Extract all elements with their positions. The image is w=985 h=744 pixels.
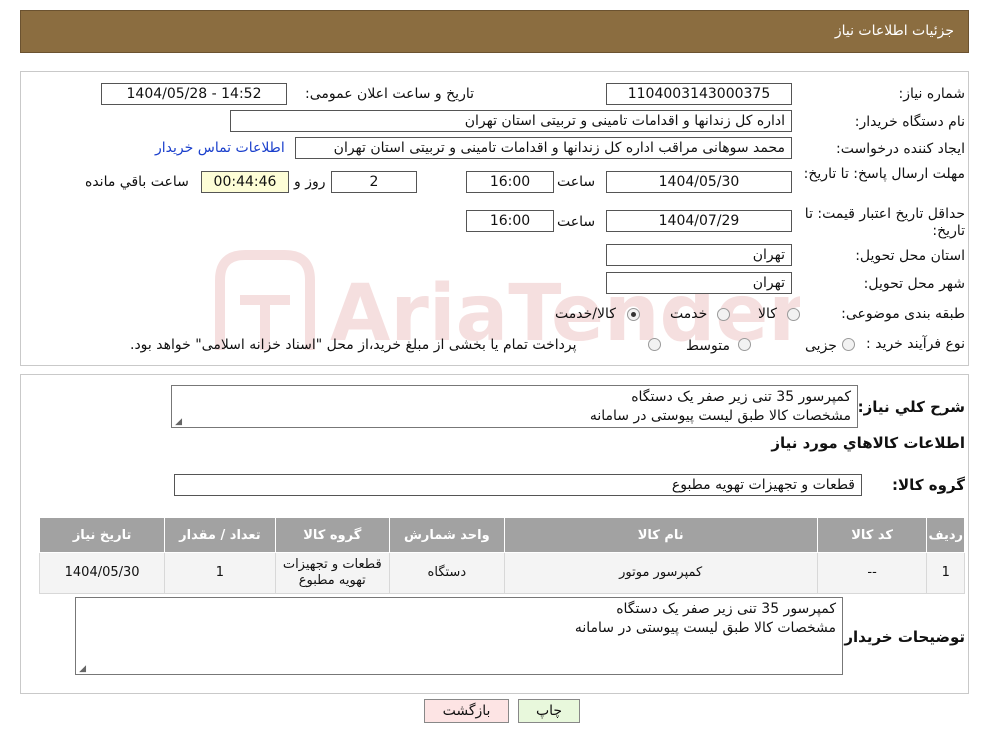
category-radio-service[interactable] (717, 308, 730, 321)
category-option-goods-service: کالا/خدمت (555, 306, 616, 322)
days-remaining-field: 2 (331, 171, 417, 193)
announce-date-field: 1404/05/28 - 14:52 (101, 83, 287, 105)
deadline-date-field: 1404/05/30 (606, 171, 792, 193)
process-radio-treasury[interactable] (648, 338, 661, 351)
table-row: 1 -- کمپرسور موتور دستگاه قطعات و تجهیزا… (38, 552, 965, 594)
category-label: طبقه بندی موضوعی: (841, 306, 965, 322)
validity-label: حداقل تاریخ اعتبار قیمت: تا تاریخ: (804, 206, 965, 239)
buyer-notes-label: توضیحات خریدار: (838, 628, 965, 646)
validity-time-field: 16:00 (466, 210, 554, 232)
page-title: جزئیات اطلاعات نیاز (834, 23, 954, 39)
process-radio-medium[interactable] (738, 338, 751, 351)
print-button[interactable]: چاپ (518, 699, 580, 723)
resize-grip-icon[interactable]: ◢ (78, 665, 86, 674)
cell-group-line-1: قطعات و تجهیزات (282, 557, 382, 572)
summary-line-1: کمپرسور 35 تنی زیر صفر یک دستگاه (631, 389, 851, 405)
province-label: استان محل تحویل: (855, 248, 965, 264)
category-option-goods: کالا (758, 306, 777, 322)
resize-grip-icon[interactable]: ◢ (174, 418, 182, 427)
buyer-notes-textarea[interactable]: کمپرسور 35 تنی زیر صفر یک دستگاه مشخصات … (75, 597, 843, 675)
creator-field: محمد سوهانی مراقب اداره کل زندانها و اقد… (295, 137, 792, 159)
process-treasury-note: پرداخت تمام یا بخشی از مبلغ خرید،از محل … (130, 337, 577, 353)
watermark-logo-icon (215, 250, 315, 350)
deadline-time-field: 16:00 (466, 171, 554, 193)
process-type-label: نوع فرآیند خرید : (866, 336, 965, 352)
buyer-notes-line-1: کمپرسور 35 تنی زیر صفر یک دستگاه (616, 601, 836, 617)
col-qty: تعداد / مقدار (164, 517, 276, 553)
need-number-label: شماره نیاز: (898, 86, 966, 102)
cell-group: قطعات و تجهیزات تهویه مطبوع (274, 552, 390, 594)
need-number-field: 1104003143000375 (606, 83, 792, 105)
announce-date-label: تاریخ و ساعت اعلان عمومی: (305, 86, 474, 102)
cell-row: 1 (926, 552, 965, 594)
summary-textarea[interactable]: کمپرسور 35 تنی زیر صفر یک دستگاه مشخصات … (171, 385, 858, 428)
days-label: روز و (294, 174, 326, 190)
goods-group-label: گروه کالا: (892, 476, 965, 494)
city-label: شهر محل تحویل: (863, 276, 965, 292)
time-remaining-label: ساعت باقي مانده (85, 174, 189, 190)
cell-date: 1404/05/30 (38, 552, 166, 594)
buyer-org-field: اداره کل زندانها و اقدامات تامینی و تربی… (230, 110, 792, 132)
col-date: تاریخ نیاز (38, 517, 166, 553)
city-field: تهران (606, 272, 792, 294)
deadline-label: مهلت ارسال پاسخ: تا تاریخ: (803, 166, 965, 182)
page-header: جزئیات اطلاعات نیاز (20, 10, 969, 53)
cell-qty: 1 (164, 552, 276, 594)
items-table: رديف کد کالا نام کالا واحد شمارش گروه کا… (38, 517, 965, 594)
col-name: نام کالا (503, 517, 818, 553)
items-heading: اطلاعات کالاهاي مورد نياز (771, 434, 965, 452)
time-remaining-field: 00:44:46 (201, 171, 289, 193)
col-row: رديف (926, 517, 965, 553)
col-code: کد کالا (816, 517, 928, 553)
validity-date-field: 1404/07/29 (606, 210, 792, 232)
items-table-header: رديف کد کالا نام کالا واحد شمارش گروه کا… (38, 517, 965, 553)
process-radio-minor[interactable] (842, 338, 855, 351)
goods-group-field: قطعات و تجهیزات تهویه مطبوع (174, 474, 862, 496)
deadline-time-label: ساعت (557, 174, 596, 190)
cell-code: -- (816, 552, 928, 594)
cell-unit: دستگاه (388, 552, 505, 594)
process-option-minor: جزیی (805, 338, 837, 354)
process-option-medium: متوسط (686, 338, 730, 354)
province-field: تهران (606, 244, 792, 266)
category-option-service: خدمت (670, 306, 708, 322)
creator-label: ایجاد کننده درخواست: (836, 141, 965, 157)
cell-group-line-2: تهویه مطبوع (298, 573, 366, 588)
category-radio-goods-service[interactable] (627, 308, 640, 321)
summary-label: شرح کلي نياز: (857, 398, 965, 416)
buyer-notes-line-2: مشخصات کالا طبق لیست پیوستی در سامانه (574, 620, 836, 636)
buyer-contact-link[interactable]: اطلاعات تماس خریدار (155, 140, 285, 156)
summary-line-2: مشخصات کالا طبق لیست پیوستی در سامانه (589, 408, 851, 424)
validity-time-label: ساعت (557, 214, 596, 230)
buyer-org-label: نام دستگاه خریدار: (854, 114, 965, 130)
category-radio-goods[interactable] (787, 308, 800, 321)
col-group: گروه کالا (274, 517, 390, 553)
back-button[interactable]: بازگشت (424, 699, 509, 723)
cell-name: کمپرسور موتور (503, 552, 818, 594)
col-unit: واحد شمارش (388, 517, 505, 553)
